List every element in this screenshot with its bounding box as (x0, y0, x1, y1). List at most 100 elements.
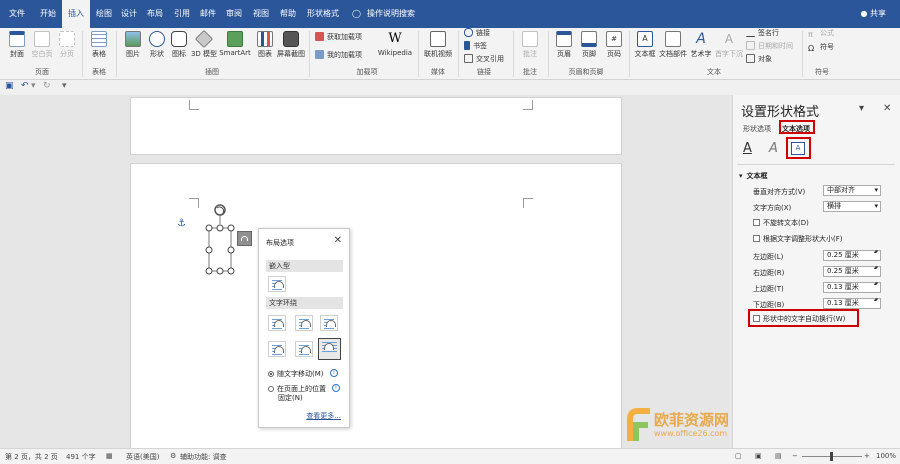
zoom-level[interactable]: 100% (876, 452, 896, 460)
footer-button[interactable]: 页脚 (578, 31, 600, 59)
move-with-text-radio[interactable]: 随文字移动(M) (268, 369, 324, 379)
accessibility-icon[interactable]: ⚙ (170, 452, 176, 460)
header-button[interactable]: 页眉 (553, 31, 575, 59)
autofit-shape-checkbox[interactable]: 根据文字调整形状大小(F) (753, 234, 843, 244)
table-button[interactable]: 表格 (88, 31, 110, 59)
bookmark-button[interactable]: 书签 (464, 41, 487, 51)
vertical-alignment-label: 垂直对齐方式(V) (753, 188, 806, 196)
document-area[interactable]: ⚓ (0, 95, 732, 448)
screenshot-button[interactable]: 屏幕截图 (276, 31, 306, 59)
proofing-icon[interactable]: ▦ (106, 452, 113, 460)
tab-shape-options[interactable]: 形状选项 (743, 124, 771, 134)
left-margin-input[interactable]: 0.25 厘米 (823, 250, 881, 261)
selected-text-box[interactable] (200, 200, 240, 280)
tab-layout[interactable]: 布局 (143, 0, 167, 28)
web-layout-icon[interactable]: ▤ (775, 452, 782, 460)
top-margin-input[interactable]: 0.13 厘米 (823, 282, 881, 293)
wrap-square-option[interactable] (268, 315, 286, 331)
screenshot-label: 屏幕截图 (277, 50, 305, 58)
tab-references[interactable]: 引用 (170, 0, 194, 28)
text-fill-outline-icon[interactable]: A (743, 141, 752, 156)
save-icon[interactable]: ▣ (5, 81, 14, 91)
cross-reference-icon (464, 54, 473, 63)
shapes-button[interactable]: 形状 (146, 31, 168, 59)
text-box-button[interactable]: A 文本框 (633, 31, 657, 59)
wrap-section-header: 文字环绕 (266, 297, 343, 309)
object-button[interactable]: 对象 (746, 54, 772, 64)
comment-button[interactable]: 批注 (518, 31, 542, 59)
date-time-button[interactable]: 日期和时间 (746, 41, 793, 51)
tab-view[interactable]: 视图 (249, 0, 273, 28)
wikipedia-button[interactable]: W Wikipedia (376, 31, 414, 57)
tab-design[interactable]: 设计 (118, 0, 140, 28)
text-effects-icon[interactable]: A (769, 141, 778, 156)
page-count[interactable]: 第 2 页，共 2 页 (5, 452, 58, 462)
symbol-button[interactable]: Ω 符号 (808, 42, 834, 53)
zoom-in-icon[interactable]: + (864, 452, 870, 460)
blank-page-button[interactable]: 空白页 (30, 31, 54, 59)
cover-page-button[interactable]: 封面 (6, 31, 28, 59)
drop-cap-button[interactable]: A 首字下沉 (715, 31, 743, 59)
page-break-button[interactable]: 分页 (56, 31, 78, 59)
wikipedia-icon: W (388, 31, 402, 46)
tab-shape-format[interactable]: 形状格式 (305, 0, 341, 28)
tab-mailings[interactable]: 邮件 (196, 0, 220, 28)
signature-line-button[interactable]: 签名行 (746, 28, 779, 38)
no-rotate-text-checkbox[interactable]: 不旋转文本(D) (753, 218, 809, 228)
layout-options-button[interactable] (237, 231, 252, 246)
get-addins-button[interactable]: 获取加载项 (315, 32, 362, 42)
wrap-tight-option[interactable] (295, 315, 313, 331)
info-icon[interactable]: i (330, 369, 338, 377)
info-icon[interactable]: i (332, 384, 340, 392)
accessibility-status[interactable]: 辅助功能: 调查 (180, 452, 227, 462)
tab-insert[interactable]: 插入 (62, 0, 90, 28)
wrap-in-front-option[interactable] (318, 338, 341, 360)
icons-button[interactable]: 图标 (170, 31, 188, 59)
undo-icon[interactable]: ↶ (21, 81, 29, 91)
wrap-behind-text-option[interactable] (295, 341, 313, 357)
redo-icon[interactable]: ↻ (43, 81, 51, 91)
tab-draw[interactable]: 绘图 (90, 0, 118, 28)
fix-position-label: 在页面上的位置 (277, 385, 326, 393)
wrap-top-bottom-option[interactable] (268, 341, 286, 357)
wordart-button[interactable]: A 艺术字 (689, 31, 713, 59)
cross-reference-button[interactable]: 交叉引用 (464, 54, 504, 64)
chart-button[interactable]: 图表 (254, 31, 276, 59)
inline-with-text-option[interactable] (268, 276, 286, 292)
wrap-through-option[interactable] (320, 315, 338, 331)
online-video-button[interactable]: 联机视频 (422, 31, 454, 59)
page-number-button[interactable]: # 页码 (603, 31, 625, 59)
print-layout-icon[interactable]: ▣ (755, 452, 762, 460)
3d-models-button[interactable]: 3D 模型 (190, 29, 218, 59)
undo-dropdown-icon[interactable]: ▾ (31, 81, 36, 91)
text-direction-select[interactable]: 横排 (823, 201, 881, 212)
my-addins-button[interactable]: 我的加载项 (315, 50, 362, 60)
see-more-link[interactable]: 查看更多... (306, 411, 341, 421)
group-links-label: 链接 (477, 68, 491, 76)
close-icon[interactable]: ✕ (334, 235, 342, 246)
zoom-out-icon[interactable]: − (792, 452, 798, 460)
tab-help[interactable]: 帮助 (276, 0, 300, 28)
equation-button[interactable]: π 公式 (808, 28, 834, 39)
word-count[interactable]: 491 个字 (66, 452, 96, 462)
zoom-slider-thumb[interactable] (830, 452, 833, 461)
share-button[interactable]: ● 共享 (860, 0, 886, 28)
focus-mode-icon[interactable]: ▢ (735, 452, 742, 460)
picture-button[interactable]: 图片 (122, 31, 144, 59)
close-icon[interactable]: ✕ (883, 103, 891, 114)
smartart-button[interactable]: SmartArt (218, 31, 252, 57)
pane-options-icon[interactable]: ▾ (859, 103, 864, 114)
bottom-margin-input[interactable]: 0.13 厘米 (823, 298, 881, 309)
tab-review[interactable]: 审阅 (222, 0, 246, 28)
quick-parts-button[interactable]: 文档部件 (659, 31, 687, 59)
section-text-box[interactable]: ▾ 文本框 (739, 171, 768, 181)
language-indicator[interactable]: 英语(美国) (126, 452, 159, 462)
bookmark-label: 书签 (473, 42, 487, 50)
right-margin-input[interactable]: 0.25 厘米 (823, 266, 881, 277)
tab-file[interactable]: 文件 (4, 0, 30, 28)
customize-qat-icon[interactable]: ▾ (62, 81, 67, 91)
link-button[interactable]: 链接 (464, 28, 490, 38)
tell-me-search[interactable]: ◯ 操作说明搜索 (352, 0, 415, 28)
tab-home[interactable]: 开始 (34, 0, 62, 28)
vertical-alignment-select[interactable]: 中部对齐 (823, 185, 881, 196)
